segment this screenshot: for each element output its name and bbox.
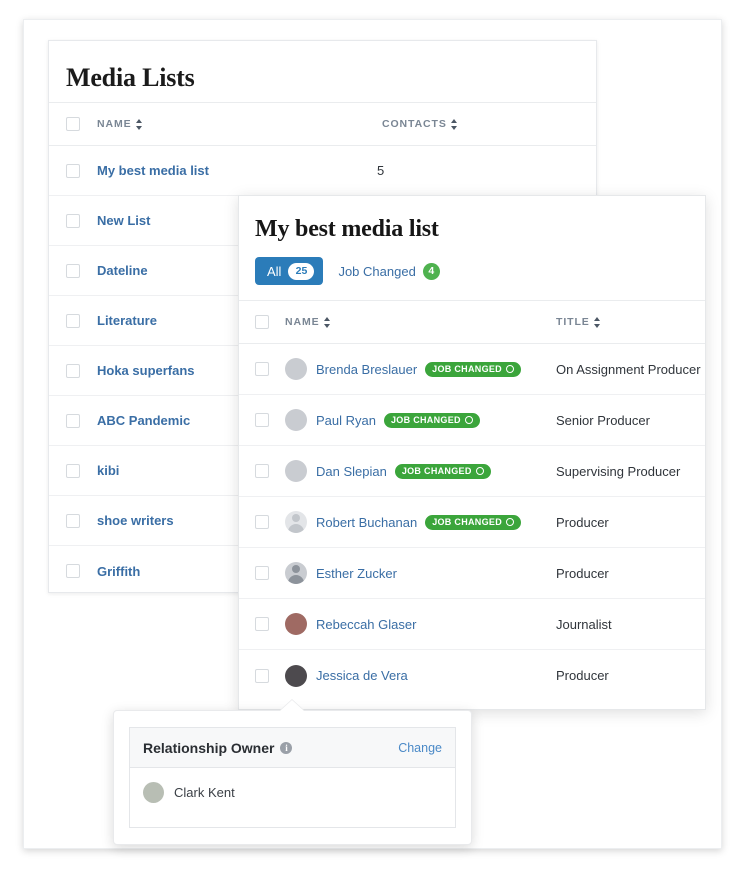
column-header-title[interactable]: TITLE — [556, 316, 601, 328]
tab-all-count: 25 — [288, 262, 315, 280]
contact-name-link[interactable]: Robert Buchanan — [316, 515, 417, 530]
relationship-owner-popover: Relationship Owner i Change Clark Kent — [113, 700, 472, 845]
contact-title: Producer — [556, 514, 609, 530]
contact-title: Producer — [556, 668, 609, 683]
status-badge-label: JOB CHANGED — [401, 466, 472, 476]
column-header-contacts-label: CONTACTS — [382, 118, 447, 130]
table-row[interactable]: Robert Buchanan JOB CHANGED Producer — [239, 497, 705, 548]
contact-title: Producer — [556, 565, 609, 581]
contact-name-link[interactable]: Esther Zucker — [316, 566, 397, 581]
status-badge-label: JOB CHANGED — [432, 364, 502, 374]
modal-title: My best media list — [255, 216, 439, 242]
avatar — [285, 613, 307, 635]
row-checkbox[interactable] — [66, 263, 80, 278]
table-row[interactable]: My best media list 5 — [49, 146, 596, 196]
status-badge-label: JOB CHANGED — [432, 517, 502, 527]
column-header-contacts[interactable]: CONTACTS — [382, 118, 458, 130]
popover-caret-icon — [280, 700, 304, 711]
sort-updown-icon — [593, 316, 601, 328]
relationship-owner-header: Relationship Owner i Change — [130, 728, 455, 768]
row-checkbox[interactable] — [255, 617, 269, 631]
list-contacts-count: 5 — [377, 163, 385, 178]
contact-name-link[interactable]: Rebeccah Glaser — [316, 617, 416, 632]
contact-name-link[interactable]: Dan Slepian — [316, 464, 387, 479]
refresh-circle-icon — [464, 416, 473, 424]
row-checkbox[interactable] — [66, 213, 80, 228]
relationship-owner-title: Relationship Owner — [143, 739, 275, 756]
avatar — [285, 409, 307, 431]
status-badge: JOB CHANGED — [383, 412, 480, 428]
row-checkbox[interactable] — [66, 163, 80, 178]
row-checkbox[interactable] — [255, 413, 269, 427]
row-checkbox[interactable] — [66, 313, 80, 328]
page-title: Media Lists — [66, 63, 195, 92]
select-all-checkbox[interactable] — [66, 117, 80, 131]
avatar — [285, 664, 307, 687]
row-checkbox[interactable] — [255, 515, 269, 529]
table-row[interactable]: Brenda Breslauer JOB CHANGED On Assignme… — [239, 344, 705, 395]
media-lists-header: Media Lists — [49, 41, 596, 103]
contacts-table-header: NAME TITLE — [239, 301, 705, 344]
row-checkbox[interactable] — [255, 668, 269, 683]
avatar — [143, 782, 164, 803]
tab-job-changed[interactable]: Job Changed 4 — [335, 257, 448, 285]
media-list-detail-modal: My best media list All 25 Job Changed 4 … — [238, 195, 706, 710]
avatar — [285, 562, 307, 584]
sort-updown-icon — [323, 316, 331, 328]
tab-all-label: All — [267, 263, 282, 279]
row-checkbox[interactable] — [66, 564, 80, 578]
contact-title: Senior Producer — [556, 412, 650, 428]
sort-updown-icon — [135, 118, 143, 130]
relationship-owner-body: Clark Kent — [130, 768, 455, 817]
avatar — [285, 460, 307, 482]
status-badge: JOB CHANGED — [425, 361, 521, 377]
avatar — [285, 511, 307, 533]
relationship-owner-panel: Relationship Owner i Change Clark Kent — [129, 727, 456, 828]
media-lists-table-header: NAME CONTACTS — [49, 103, 596, 146]
status-badge: JOB CHANGED — [394, 463, 491, 479]
tab-job-changed-count: 4 — [422, 262, 440, 280]
contact-name-link[interactable]: Brenda Breslauer — [316, 362, 417, 377]
contact-title: On Assignment Producer — [556, 361, 701, 377]
row-checkbox[interactable] — [66, 463, 80, 478]
table-row[interactable]: Jessica de Vera Producer — [239, 650, 705, 701]
contact-title: Supervising Producer — [556, 463, 681, 479]
row-checkbox[interactable] — [66, 513, 80, 528]
contacts-table-body: Brenda Breslauer JOB CHANGED On Assignme… — [239, 344, 705, 701]
list-name-link[interactable]: My best media list — [97, 163, 377, 178]
row-checkbox[interactable] — [66, 413, 80, 428]
status-badge: JOB CHANGED — [425, 514, 521, 530]
row-checkbox[interactable] — [66, 363, 80, 378]
refresh-circle-icon — [506, 518, 514, 526]
page-sheet: Media Lists NAME CONTACTS My best media … — [23, 19, 722, 849]
column-header-name-label: NAME — [97, 118, 132, 130]
contact-title: Journalist — [556, 616, 612, 632]
contact-name-link[interactable]: Jessica de Vera — [316, 668, 408, 683]
modal-header: My best media list — [239, 196, 705, 243]
row-checkbox[interactable] — [255, 362, 269, 376]
row-checkbox[interactable] — [255, 566, 269, 580]
sort-updown-icon — [450, 118, 458, 130]
tab-all[interactable]: All 25 — [255, 257, 324, 285]
refresh-circle-icon — [475, 467, 484, 475]
tab-job-changed-label: Job Changed — [338, 263, 416, 279]
contact-name-link[interactable]: Paul Ryan — [316, 413, 376, 428]
owner-name: Clark Kent — [174, 785, 235, 800]
column-header-name[interactable]: NAME — [285, 316, 556, 328]
refresh-circle-icon — [505, 365, 514, 373]
column-header-title-label: TITLE — [556, 316, 590, 328]
table-row[interactable]: Paul Ryan JOB CHANGED Senior Producer — [239, 395, 705, 446]
status-badge-label: JOB CHANGED — [390, 415, 461, 425]
row-checkbox[interactable] — [255, 464, 269, 478]
select-all-contacts-checkbox[interactable] — [255, 315, 269, 329]
table-row[interactable]: Rebeccah Glaser Journalist — [239, 599, 705, 650]
info-circle-icon[interactable]: i — [280, 741, 293, 754]
avatar — [285, 358, 307, 380]
change-owner-link[interactable]: Change — [398, 741, 442, 755]
table-row[interactable]: Dan Slepian JOB CHANGED Supervising Prod… — [239, 446, 705, 497]
column-header-name-label: NAME — [285, 316, 320, 328]
table-row[interactable]: Esther Zucker Producer — [239, 548, 705, 599]
column-header-name[interactable]: NAME — [97, 118, 382, 130]
filter-tabs: All 25 Job Changed 4 — [239, 243, 705, 301]
